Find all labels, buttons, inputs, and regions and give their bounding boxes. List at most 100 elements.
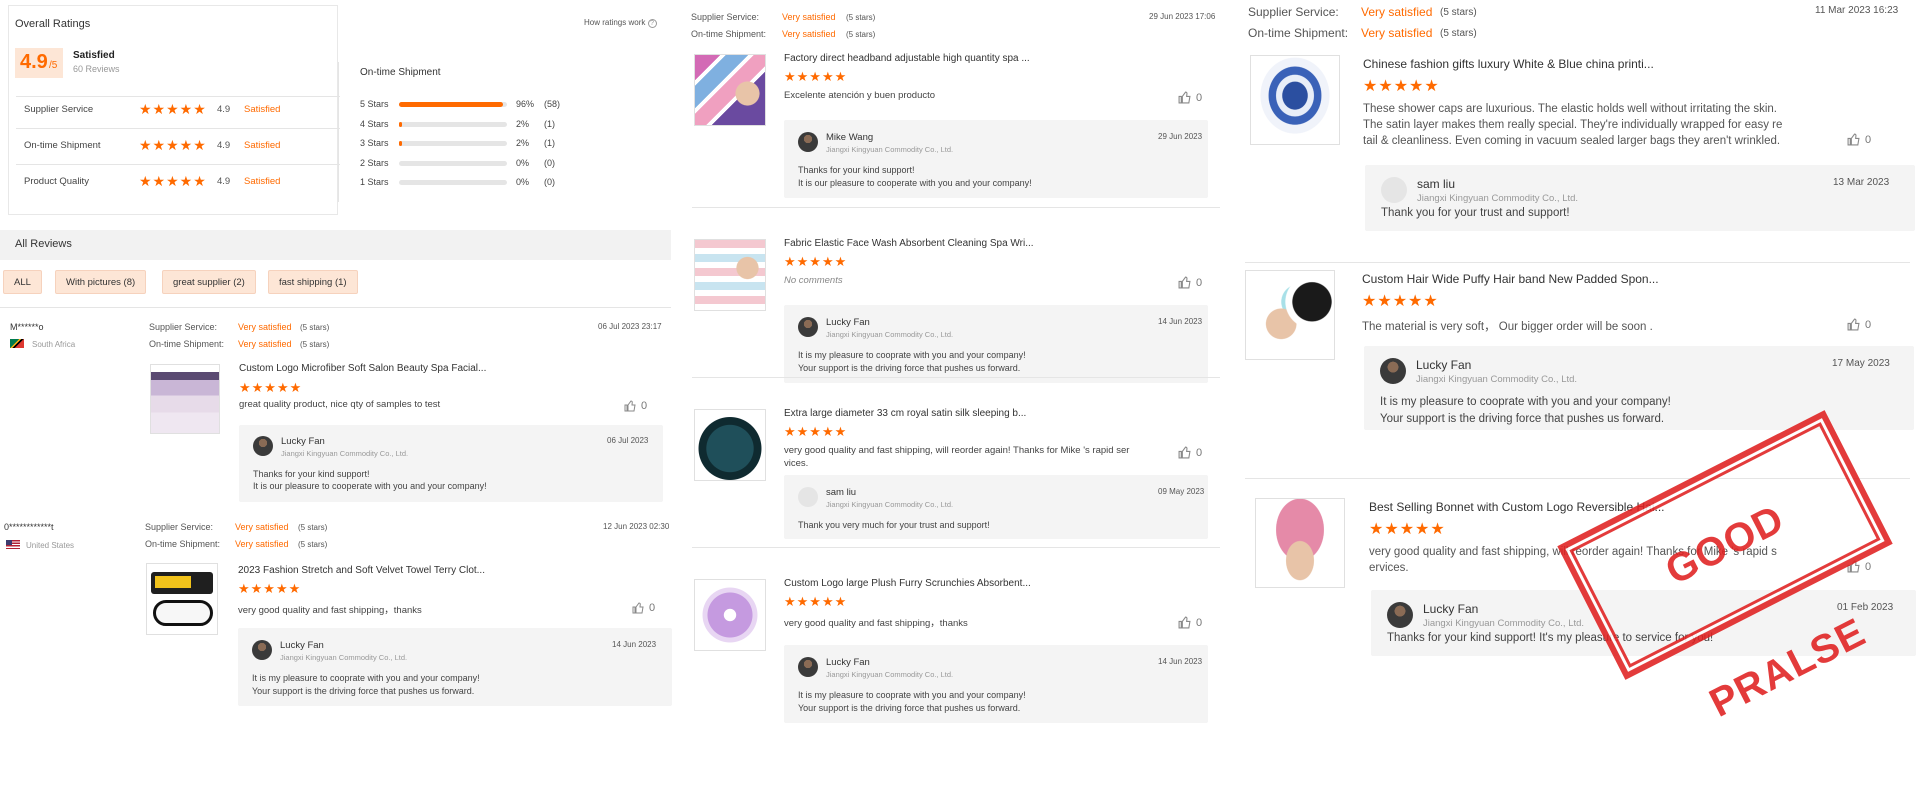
product-thumbnail[interactable] [694, 239, 766, 311]
rating-stars: ★★★★★ [784, 424, 848, 439]
like-button[interactable]: 0 [1178, 616, 1202, 629]
product-thumbnail[interactable] [1255, 498, 1345, 588]
reply-company: Jiangxi Kingyuan Commodity Co., Ltd. [826, 330, 954, 339]
distribution-pct: 2% [516, 138, 530, 148]
reply-author: Lucky Fan [280, 640, 324, 651]
product-thumbnail[interactable] [146, 563, 218, 635]
product-thumbnail[interactable] [694, 409, 766, 481]
supplier-service-value: Very satisfied [1361, 5, 1433, 19]
filter-great-supplier[interactable]: great supplier (2) [162, 270, 256, 294]
product-title[interactable]: Chinese fashion gifts luxury White & Blu… [1363, 57, 1654, 71]
filter-fast-shipping[interactable]: fast shipping (1) [268, 270, 358, 294]
overall-ratings-title: Overall Ratings [15, 18, 91, 30]
avatar [1380, 358, 1406, 384]
ontime-label: On-time Shipment: [691, 29, 767, 39]
reply-date: 06 Jul 2023 [607, 436, 649, 445]
review-comment: Excelente atención y buen producto [784, 90, 936, 101]
reply-author: sam liu [1417, 177, 1456, 191]
product-thumbnail[interactable] [1250, 55, 1340, 145]
product-title[interactable]: Extra large diameter 33 cm royal satin s… [784, 408, 1026, 419]
product-title[interactable]: 2023 Fashion Stretch and Soft Velvet Tow… [238, 565, 485, 576]
avatar [798, 132, 818, 152]
like-button[interactable]: 0 [624, 400, 647, 412]
reviewer-country: United States [26, 541, 75, 550]
category-label: Satisfied [244, 176, 281, 187]
product-thumbnail[interactable] [694, 54, 766, 126]
thumbs-up-icon [624, 400, 636, 412]
supplier-service-label: Supplier Service: [691, 12, 760, 22]
thumbs-up-icon [632, 602, 644, 614]
reply-line: It is my pleasure to cooprate with you a… [1380, 396, 1671, 408]
like-button[interactable]: 0 [1847, 318, 1871, 331]
reply-company: Jiangxi Kingyuan Commodity Co., Ltd. [1417, 193, 1579, 204]
review-comment: great quality product, nice qty of sampl… [239, 399, 441, 410]
rating-stars: ★★★★★ [1363, 78, 1440, 95]
product-title[interactable]: Best Selling Bonnet with Custom Logo Rev… [1369, 500, 1664, 514]
like-button[interactable]: 0 [1178, 91, 1202, 104]
category-stars: ★★★★★ [139, 173, 207, 189]
filter-with-pictures[interactable]: With pictures (8) [55, 270, 147, 294]
reviewer-name: M******o [10, 322, 44, 332]
reply-line: Your support is the driving force that p… [798, 703, 1021, 713]
reply-line: It is our pleasure to cooperate with you… [798, 178, 1032, 188]
product-title[interactable]: Custom Logo Microfiber Soft Salon Beauty… [239, 363, 486, 374]
reply-line: Your support is the driving force that p… [798, 363, 1021, 373]
product-title[interactable]: Fabric Elastic Face Wash Absorbent Clean… [784, 238, 1034, 249]
distribution-pct: 2% [516, 118, 530, 129]
reply-author: Lucky Fan [1423, 602, 1479, 616]
ontime-value: Very satisfied [238, 339, 292, 349]
rating-stars: ★★★★★ [784, 254, 848, 269]
supplier-service-value: Very satisfied [782, 12, 836, 22]
reply-author: Lucky Fan [1416, 358, 1472, 372]
reply-line: It is my pleasure to cooprate with you a… [252, 673, 480, 683]
product-title[interactable]: Factory direct headband adjustable high … [784, 53, 1030, 64]
all-reviews-bar [0, 230, 671, 260]
like-button[interactable]: 0 [1178, 276, 1202, 289]
how-ratings-work-link[interactable]: How ratings work ? [584, 18, 657, 28]
reviews-panel-middle: Supplier Service: Very satisfied (5 star… [690, 0, 1220, 730]
reply-line: It is our pleasure to cooperate with you… [253, 481, 487, 491]
distribution-pct: 96% [516, 99, 535, 109]
like-button[interactable]: 0 [632, 602, 655, 614]
ontime-label: On-time Shipment: [145, 539, 221, 549]
category-score: 4.9 [217, 104, 231, 115]
reply-date: 09 May 2023 [1158, 487, 1205, 496]
like-button[interactable]: 0 [1178, 446, 1202, 459]
review-comment: No comments [784, 275, 843, 286]
supplier-service-label: Supplier Service: [149, 322, 218, 332]
filter-all[interactable]: ALL [3, 270, 42, 294]
reply-line: Thanks for your kind support! [253, 469, 370, 479]
product-title[interactable]: Custom Logo large Plush Furry Scrunchies… [784, 578, 1031, 589]
like-button[interactable]: 0 [1847, 133, 1871, 146]
distribution-bar [399, 180, 507, 185]
product-thumbnail[interactable] [694, 579, 766, 651]
avatar [798, 487, 818, 507]
reply-line: It is my pleasure to cooprate with you a… [798, 350, 1026, 360]
review-comment: ervices. [1369, 562, 1409, 574]
rating-stars: ★★★★★ [784, 69, 848, 84]
distribution-pct: 0% [516, 157, 530, 168]
category-name: On-time Shipment [24, 140, 101, 151]
product-thumbnail[interactable] [1245, 270, 1335, 360]
south-africa-flag-icon [10, 339, 24, 348]
reviewer-country: South Africa [32, 340, 76, 349]
avatar [798, 317, 818, 337]
ontime-stars: (5 stars) [846, 30, 876, 39]
product-thumbnail[interactable] [150, 364, 220, 434]
reply-date: 17 May 2023 [1832, 358, 1890, 369]
reply-line: Thank you very much for your trust and s… [798, 520, 990, 530]
question-icon: ? [647, 19, 657, 28]
review-comment: These shower caps are luxurious. The ela… [1363, 103, 1777, 115]
product-title[interactable]: Custom Hair Wide Puffy Hair band New Pad… [1362, 272, 1659, 286]
category-name: Product Quality [24, 176, 89, 187]
ratings-panel: Overall Ratings How ratings work ? 4.9 /… [0, 0, 676, 730]
thumbs-up-icon [1178, 616, 1191, 629]
ontime-value: Very satisfied [1361, 26, 1433, 40]
review-count: 60 Reviews [73, 64, 120, 74]
distribution-pct: 0% [516, 177, 530, 187]
avatar [253, 436, 273, 456]
supplier-service-value: Very satisfied [238, 322, 292, 332]
supplier-service-stars: (5 stars) [298, 523, 328, 532]
score-badge: 4.9 /5 [15, 48, 63, 78]
thumbs-up-icon [1178, 91, 1191, 104]
